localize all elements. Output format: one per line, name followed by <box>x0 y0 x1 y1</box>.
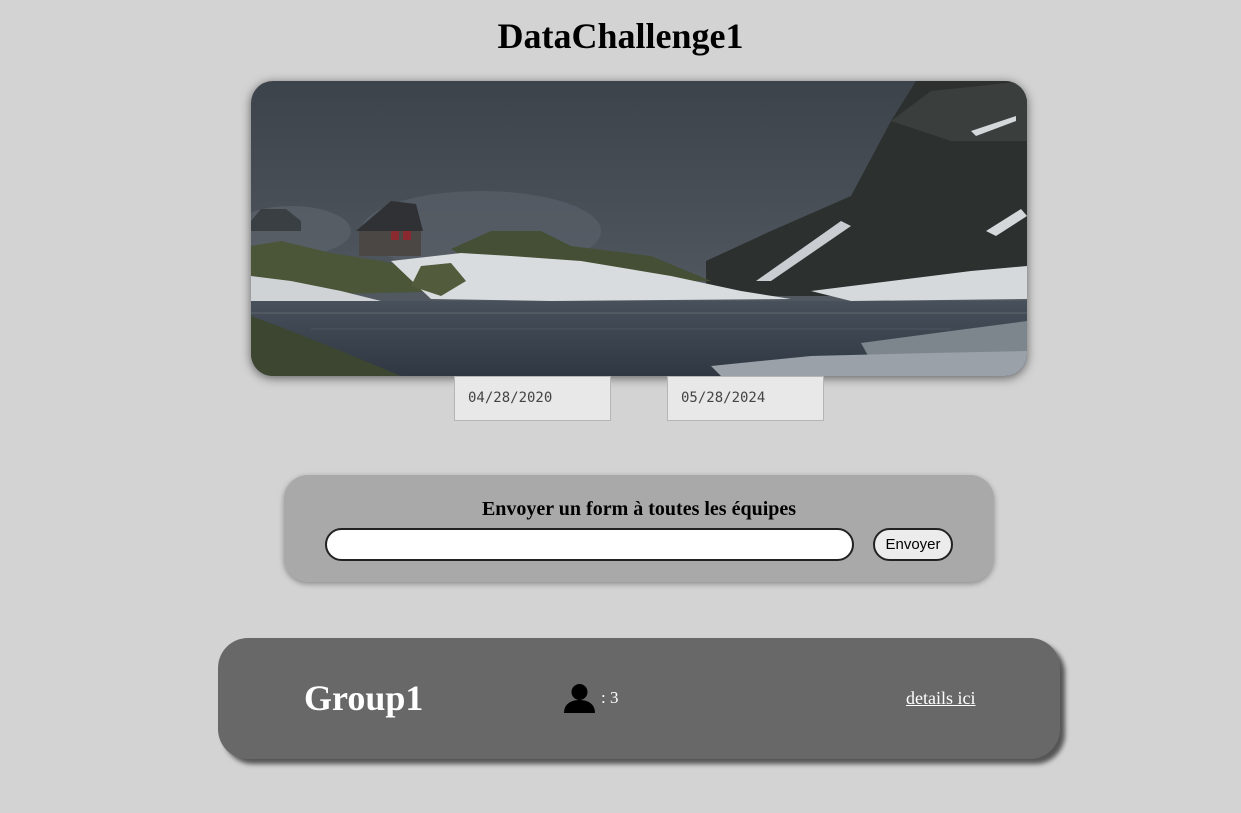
send-button[interactable]: Envoyer <box>873 528 953 561</box>
broadcast-form-card: Envoyer un form à toutes les équipes Env… <box>284 475 994 582</box>
member-count: : 3 <box>601 688 619 707</box>
landscape-photo <box>251 81 1027 376</box>
end-date-input[interactable]: 05/28/2024 <box>667 376 824 421</box>
details-link[interactable]: details ici <box>906 688 975 709</box>
broadcast-form-input[interactable] <box>325 528 854 561</box>
start-date-input[interactable]: 04/28/2020 <box>454 376 611 421</box>
hero-image <box>251 81 1027 376</box>
user-icon <box>564 684 595 713</box>
broadcast-form-title: Envoyer un form à toutes les équipes <box>481 498 797 520</box>
group-members: : 3 <box>563 683 618 713</box>
group-name: Group1 <box>304 678 424 718</box>
page-title: DataChallenge1 <box>497 16 744 56</box>
group-card: Group1 : 3 details ici <box>218 638 1060 759</box>
